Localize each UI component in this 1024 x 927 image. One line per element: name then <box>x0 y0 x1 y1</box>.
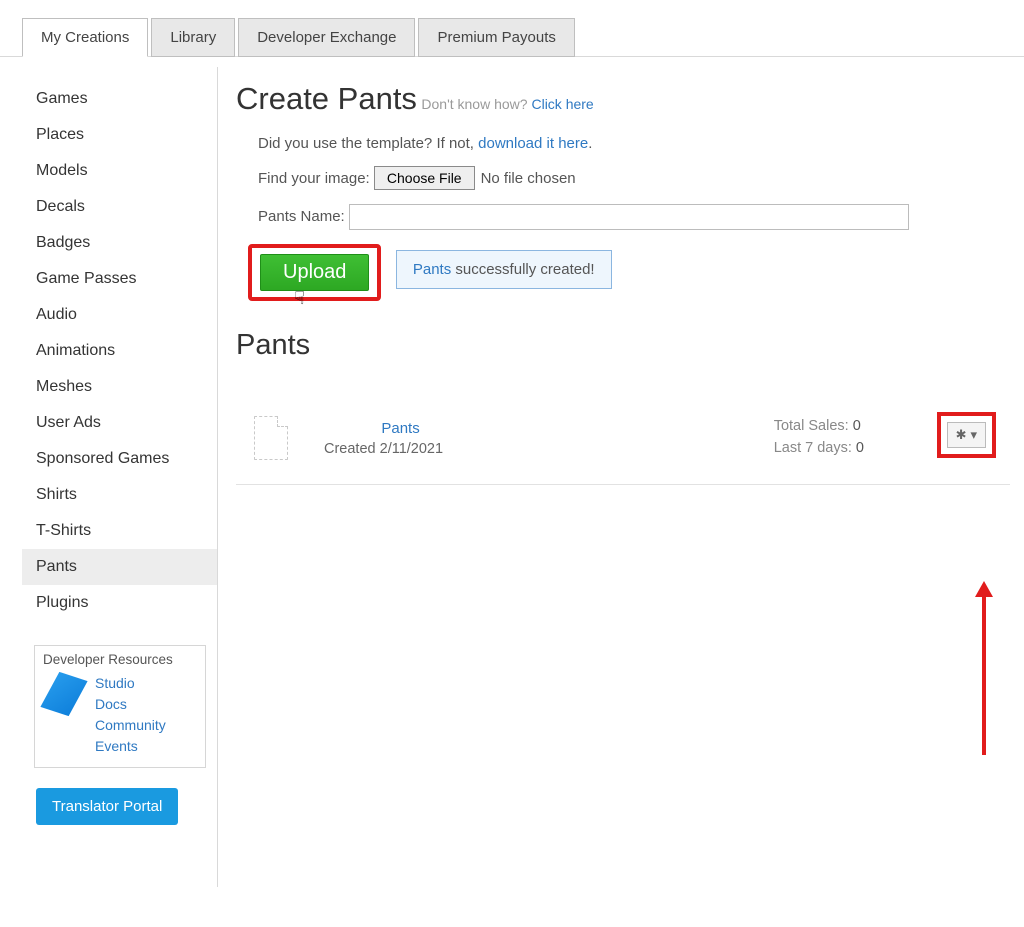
sidebar-item-badges[interactable]: Badges <box>22 225 217 261</box>
sidebar-item-models[interactable]: Models <box>22 153 217 189</box>
hint-prefix: Don't know how? <box>421 96 531 112</box>
sidebar-item-meshes[interactable]: Meshes <box>22 369 217 405</box>
success-text: successfully created! <box>451 261 594 278</box>
sidebar-item-plugins[interactable]: Plugins <box>22 585 217 621</box>
success-pants-link[interactable]: Pants <box>413 261 451 278</box>
find-image-row: Find your image: Choose File No file cho… <box>258 166 1010 190</box>
dev-link-studio[interactable]: Studio <box>95 673 166 694</box>
asset-settings-button[interactable]: ✱▾ <box>947 422 986 448</box>
template-suffix: . <box>588 135 592 152</box>
created-date: 2/11/2021 <box>380 441 443 457</box>
annotation-arrow <box>982 595 986 755</box>
tab-developer-exchange[interactable]: Developer Exchange <box>238 18 415 57</box>
sidebar-item-pants[interactable]: Pants <box>22 549 217 585</box>
cursor-icon: ☟ <box>294 288 305 309</box>
download-template-link[interactable]: download it here <box>478 135 588 152</box>
total-sales-label: Total Sales: <box>774 418 849 434</box>
asset-row: Pants Created 2/11/2021 Total Sales: 0 L… <box>236 374 1010 485</box>
dev-link-events[interactable]: Events <box>95 736 166 757</box>
pants-name-input[interactable] <box>349 204 909 230</box>
main-content: Create Pants Don't know how? Click here … <box>218 67 1024 887</box>
tab-premium-payouts[interactable]: Premium Payouts <box>418 18 574 57</box>
find-image-label: Find your image: <box>258 170 370 187</box>
success-message: Pants successfully created! <box>396 250 612 289</box>
create-hint: Don't know how? Click here <box>421 96 593 112</box>
pants-name-label: Pants Name: <box>258 208 345 225</box>
sidebar-item-sponsored-games[interactable]: Sponsored Games <box>22 441 217 477</box>
studio-icon <box>40 670 89 719</box>
asset-name-link[interactable]: Pants <box>358 420 443 437</box>
last7-label: Last 7 days: <box>774 440 852 456</box>
created-label: Created <box>324 441 376 457</box>
sidebar-item-decals[interactable]: Decals <box>22 189 217 225</box>
last7-value: 0 <box>856 440 864 456</box>
top-tabs: My Creations Library Developer Exchange … <box>22 18 1024 57</box>
developer-resources-title: Developer Resources <box>43 652 197 667</box>
dev-link-community[interactable]: Community <box>95 715 166 736</box>
dev-link-docs[interactable]: Docs <box>95 694 166 715</box>
sidebar-item-game-passes[interactable]: Game Passes <box>22 261 217 297</box>
upload-button[interactable]: Upload <box>260 254 369 291</box>
no-file-chosen: No file chosen <box>481 170 576 187</box>
template-question: Did you use the template? If not, <box>258 135 478 152</box>
choose-file-button[interactable]: Choose File <box>374 166 475 190</box>
sidebar-item-user-ads[interactable]: User Ads <box>22 405 217 441</box>
developer-resources-box: Developer Resources Studio Docs Communit… <box>34 645 206 768</box>
sidebar-item-shirts[interactable]: Shirts <box>22 477 217 513</box>
sidebar-item-animations[interactable]: Animations <box>22 333 217 369</box>
gear-icon: ✱ <box>956 427 967 443</box>
gear-highlight: ✱▾ <box>937 412 996 458</box>
total-sales-value: 0 <box>853 418 861 434</box>
sidebar-item-games[interactable]: Games <box>22 81 217 117</box>
asset-stats: Total Sales: 0 Last 7 days: 0 <box>774 416 864 460</box>
sidebar-item-places[interactable]: Places <box>22 117 217 153</box>
pants-list-heading: Pants <box>236 329 1010 362</box>
chevron-down-icon: ▾ <box>970 427 977 443</box>
sidebar-item-t-shirts[interactable]: T-Shirts <box>22 513 217 549</box>
create-heading: Create Pants <box>236 81 417 117</box>
upload-highlight: Upload ☟ <box>248 244 381 301</box>
translator-portal-button[interactable]: Translator Portal <box>36 788 178 825</box>
file-icon <box>254 416 288 460</box>
tab-library[interactable]: Library <box>151 18 235 57</box>
template-row: Did you use the template? If not, downlo… <box>258 135 1010 152</box>
sidebar: Games Places Models Decals Badges Game P… <box>0 67 218 887</box>
sidebar-item-audio[interactable]: Audio <box>22 297 217 333</box>
name-row: Pants Name: <box>258 204 1010 230</box>
click-here-link[interactable]: Click here <box>531 96 593 112</box>
tab-my-creations[interactable]: My Creations <box>22 18 148 57</box>
